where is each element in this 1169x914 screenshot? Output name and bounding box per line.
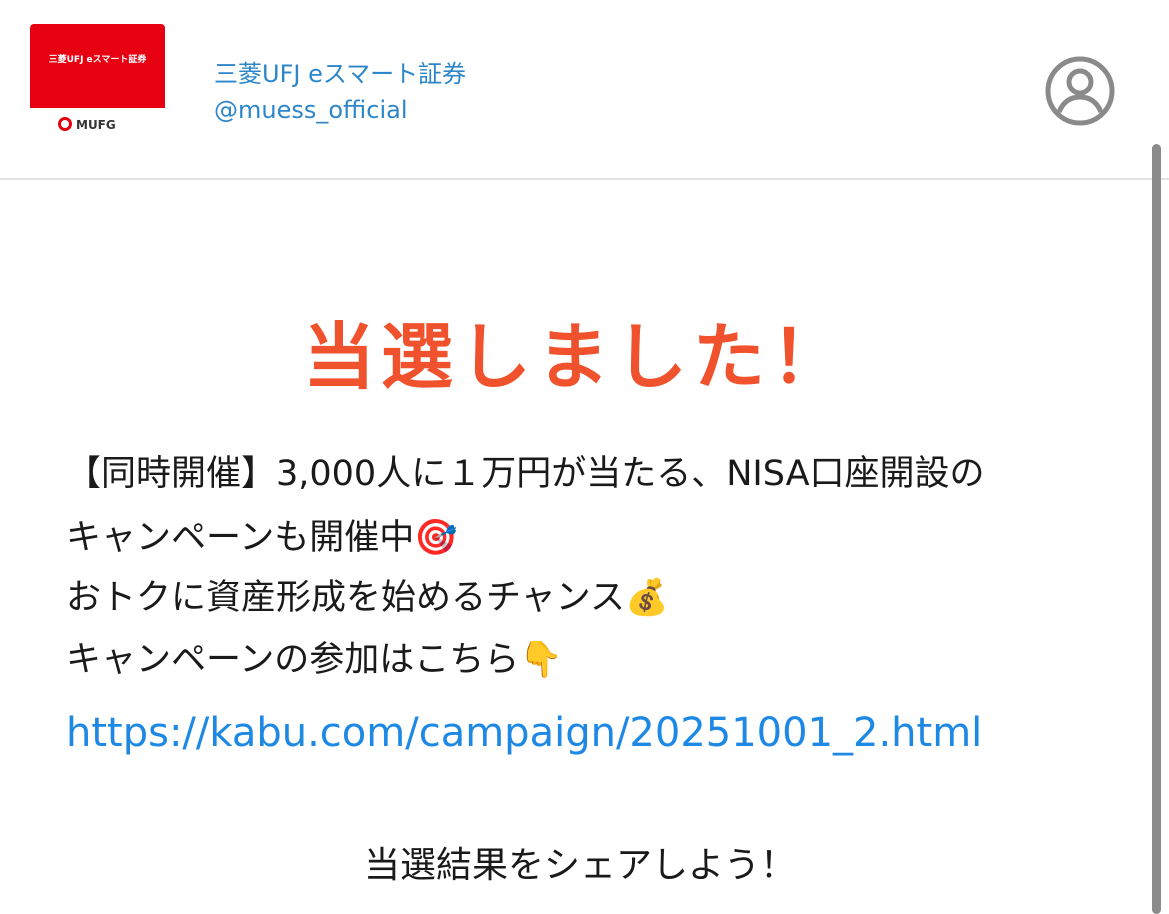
target-icon: 🎯 — [414, 518, 458, 558]
campaign-line-2-text: キャンペーンも開催中 — [66, 518, 415, 558]
logo-red-block: 三菱UFJ eスマート証券 — [30, 24, 165, 108]
account-name[interactable]: 三菱UFJ eスマート証券 — [214, 54, 466, 89]
brand-logo[interactable]: 三菱UFJ eスマート証券 MUFG — [30, 24, 165, 142]
campaign-link[interactable]: https://kabu.com/campaign/20251001_2.htm… — [66, 706, 982, 760]
account-handle[interactable]: @muess_official — [214, 96, 408, 124]
campaign-line-4: キャンペーンの参加はこちら👇 — [66, 636, 563, 684]
pointing-down-icon: 👇 — [519, 640, 563, 680]
user-circle-icon[interactable] — [1044, 55, 1116, 127]
scrollbar[interactable] — [1152, 144, 1161, 914]
campaign-line-1: 【同時開催】3,000人に１万円が当たる、NISA口座開設の — [66, 450, 985, 498]
header: 三菱UFJ eスマート証券 MUFG 三菱UFJ eスマート証券 @muess_… — [0, 0, 1169, 180]
mufg-mark-icon — [58, 117, 72, 131]
winner-headline: 当選しました！ — [302, 315, 849, 399]
campaign-line-3-text: おトクに資産形成を始めるチャンス — [66, 578, 625, 618]
campaign-line-4-text: キャンペーンの参加はこちら — [66, 640, 520, 680]
mufg-logo: MUFG — [58, 116, 148, 134]
mufg-logo-text: MUFG — [76, 118, 116, 132]
campaign-line-3: おトクに資産形成を始めるチャンス💰 — [66, 574, 669, 622]
money-bag-icon: 💰 — [624, 578, 669, 618]
campaign-result-page: 三菱UFJ eスマート証券 MUFG 三菱UFJ eスマート証券 @muess_… — [0, 0, 1169, 914]
campaign-line-1-text: 【同時開催】3,000人に１万円が当たる、NISA口座開設の — [66, 454, 985, 494]
campaign-line-2: キャンペーンも開催中🎯 — [66, 514, 458, 562]
share-prompt: 当選結果をシェアしよう！ — [363, 845, 796, 886]
